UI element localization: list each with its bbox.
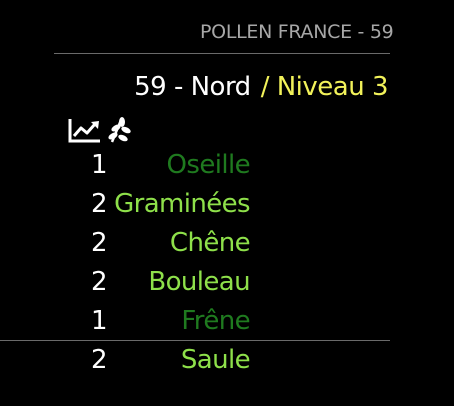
pollen-risk-value: 1: [91, 150, 108, 180]
list-divider: [0, 340, 390, 341]
pollen-row: 2 Chêne: [0, 228, 454, 266]
column-icons: [66, 115, 134, 145]
location-line: 59 - Nord / Niveau 3: [100, 72, 388, 102]
pollen-module: POLLEN FRANCE - 59 59 - Nord / Niveau 3: [0, 0, 454, 406]
pollen-name: Graminées: [114, 189, 251, 219]
pollen-risk-value: 2: [91, 345, 108, 375]
pollen-row: 1 Oseille: [0, 150, 454, 188]
pollen-risk-value: 1: [91, 306, 108, 336]
pollen-row: 2 Bouleau: [0, 267, 454, 305]
pollen-name: Bouleau: [148, 267, 250, 297]
header-divider: [54, 53, 390, 54]
pollen-name: Oseille: [166, 150, 251, 180]
location-name: 59 - Nord: [134, 72, 251, 102]
pollen-name: Chêne: [169, 228, 251, 258]
module-header: POLLEN FRANCE - 59: [200, 21, 394, 43]
trend-chart-icon: [66, 116, 102, 144]
pollen-level: / Niveau 3: [260, 72, 389, 102]
pollen-row: 1 Frêne: [0, 306, 454, 344]
pollen-name: Frêne: [181, 306, 250, 336]
pollen-row: 2 Graminées: [0, 189, 454, 227]
pollen-name: Saule: [180, 345, 251, 375]
leaf-sprig-icon: [108, 116, 134, 144]
pollen-risk-value: 2: [91, 189, 108, 219]
pollen-risk-value: 2: [91, 228, 108, 258]
pollen-row: 2 Saule: [0, 345, 454, 383]
pollen-risk-value: 2: [91, 267, 108, 297]
